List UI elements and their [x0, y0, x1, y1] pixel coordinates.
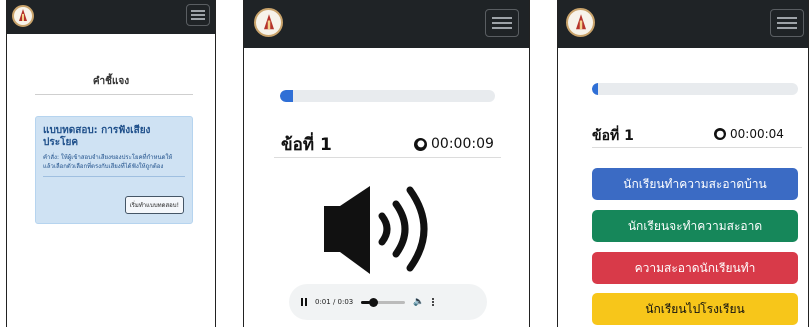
menu-toggle-button[interactable]: [770, 9, 804, 37]
audio-time: 0:01 / 0:03: [315, 298, 354, 306]
menu-toggle-button[interactable]: [186, 4, 210, 26]
progress-bar: [592, 83, 798, 95]
progress-bar: [280, 90, 495, 102]
page-title: คำชี้แจง: [92, 76, 130, 87]
progress-fill: [280, 90, 293, 102]
menu-toggle-button[interactable]: [485, 9, 519, 37]
timer-value: 00:00:04: [730, 127, 784, 141]
alarm-clock-icon: [414, 137, 427, 151]
alert-heading: แบบทดสอบ: การฟังเสียงประโยค: [43, 125, 151, 148]
seek-handle[interactable]: [369, 297, 379, 307]
school-logo[interactable]: [12, 5, 34, 27]
navbar: [558, 0, 808, 48]
volume-icon[interactable]: 🔈: [413, 297, 424, 307]
alert-divider: [43, 176, 185, 177]
navbar: [7, 0, 215, 34]
pause-icon[interactable]: [301, 298, 307, 306]
divider: [35, 94, 193, 95]
choice-button-4[interactable]: นักเรียนไปโรงเรียน: [592, 293, 798, 325]
instructions-alert: แบบทดสอบ: การฟังเสียงประโยค คำสั่ง: ให้ผ…: [35, 116, 193, 224]
instructions-screen: คำชี้แจง แบบทดสอบ: การฟังเสียงประโยค คำส…: [6, 0, 216, 327]
choice-button-2[interactable]: นักเรียนจะทำความสะอาด: [592, 210, 798, 242]
school-logo[interactable]: [566, 8, 595, 37]
navbar: [244, 0, 529, 48]
divider: [592, 147, 802, 148]
choice-button-1[interactable]: นักเรียนทำความสะอาดบ้าน: [592, 168, 798, 200]
progress-fill: [592, 83, 599, 95]
timer: 00:00:09: [414, 136, 494, 152]
choice-button-3[interactable]: ความสะอาดนักเรียนทำ: [592, 252, 798, 284]
alert-text: คำสั่ง: ให้ผู้เข้าสอบจำเสียงของประโยคที่…: [43, 154, 173, 170]
more-options-icon[interactable]: [432, 298, 435, 306]
seek-slider[interactable]: [361, 297, 406, 307]
choice-question-screen: ข้อที่ 1 00:00:04 นักเรียนทำความสะอาดบ้า…: [557, 0, 809, 327]
audio-question-screen: ข้อที่ 1 00:00:09 0:01 / 0:03 🔈: [243, 0, 530, 327]
timer: 00:00:04: [714, 127, 784, 141]
alarm-clock-icon: [714, 128, 726, 140]
divider: [274, 157, 501, 158]
question-number: ข้อที่ 1: [281, 135, 332, 155]
start-test-button[interactable]: เริ่มทำแบบทดสอบ!: [124, 196, 184, 214]
timer-value: 00:00:09: [431, 136, 494, 152]
school-logo[interactable]: [254, 8, 283, 37]
speaker-volume-icon[interactable]: [322, 180, 442, 284]
question-number: ข้อที่ 1: [592, 128, 634, 144]
audio-player: 0:01 / 0:03 🔈: [289, 284, 487, 320]
